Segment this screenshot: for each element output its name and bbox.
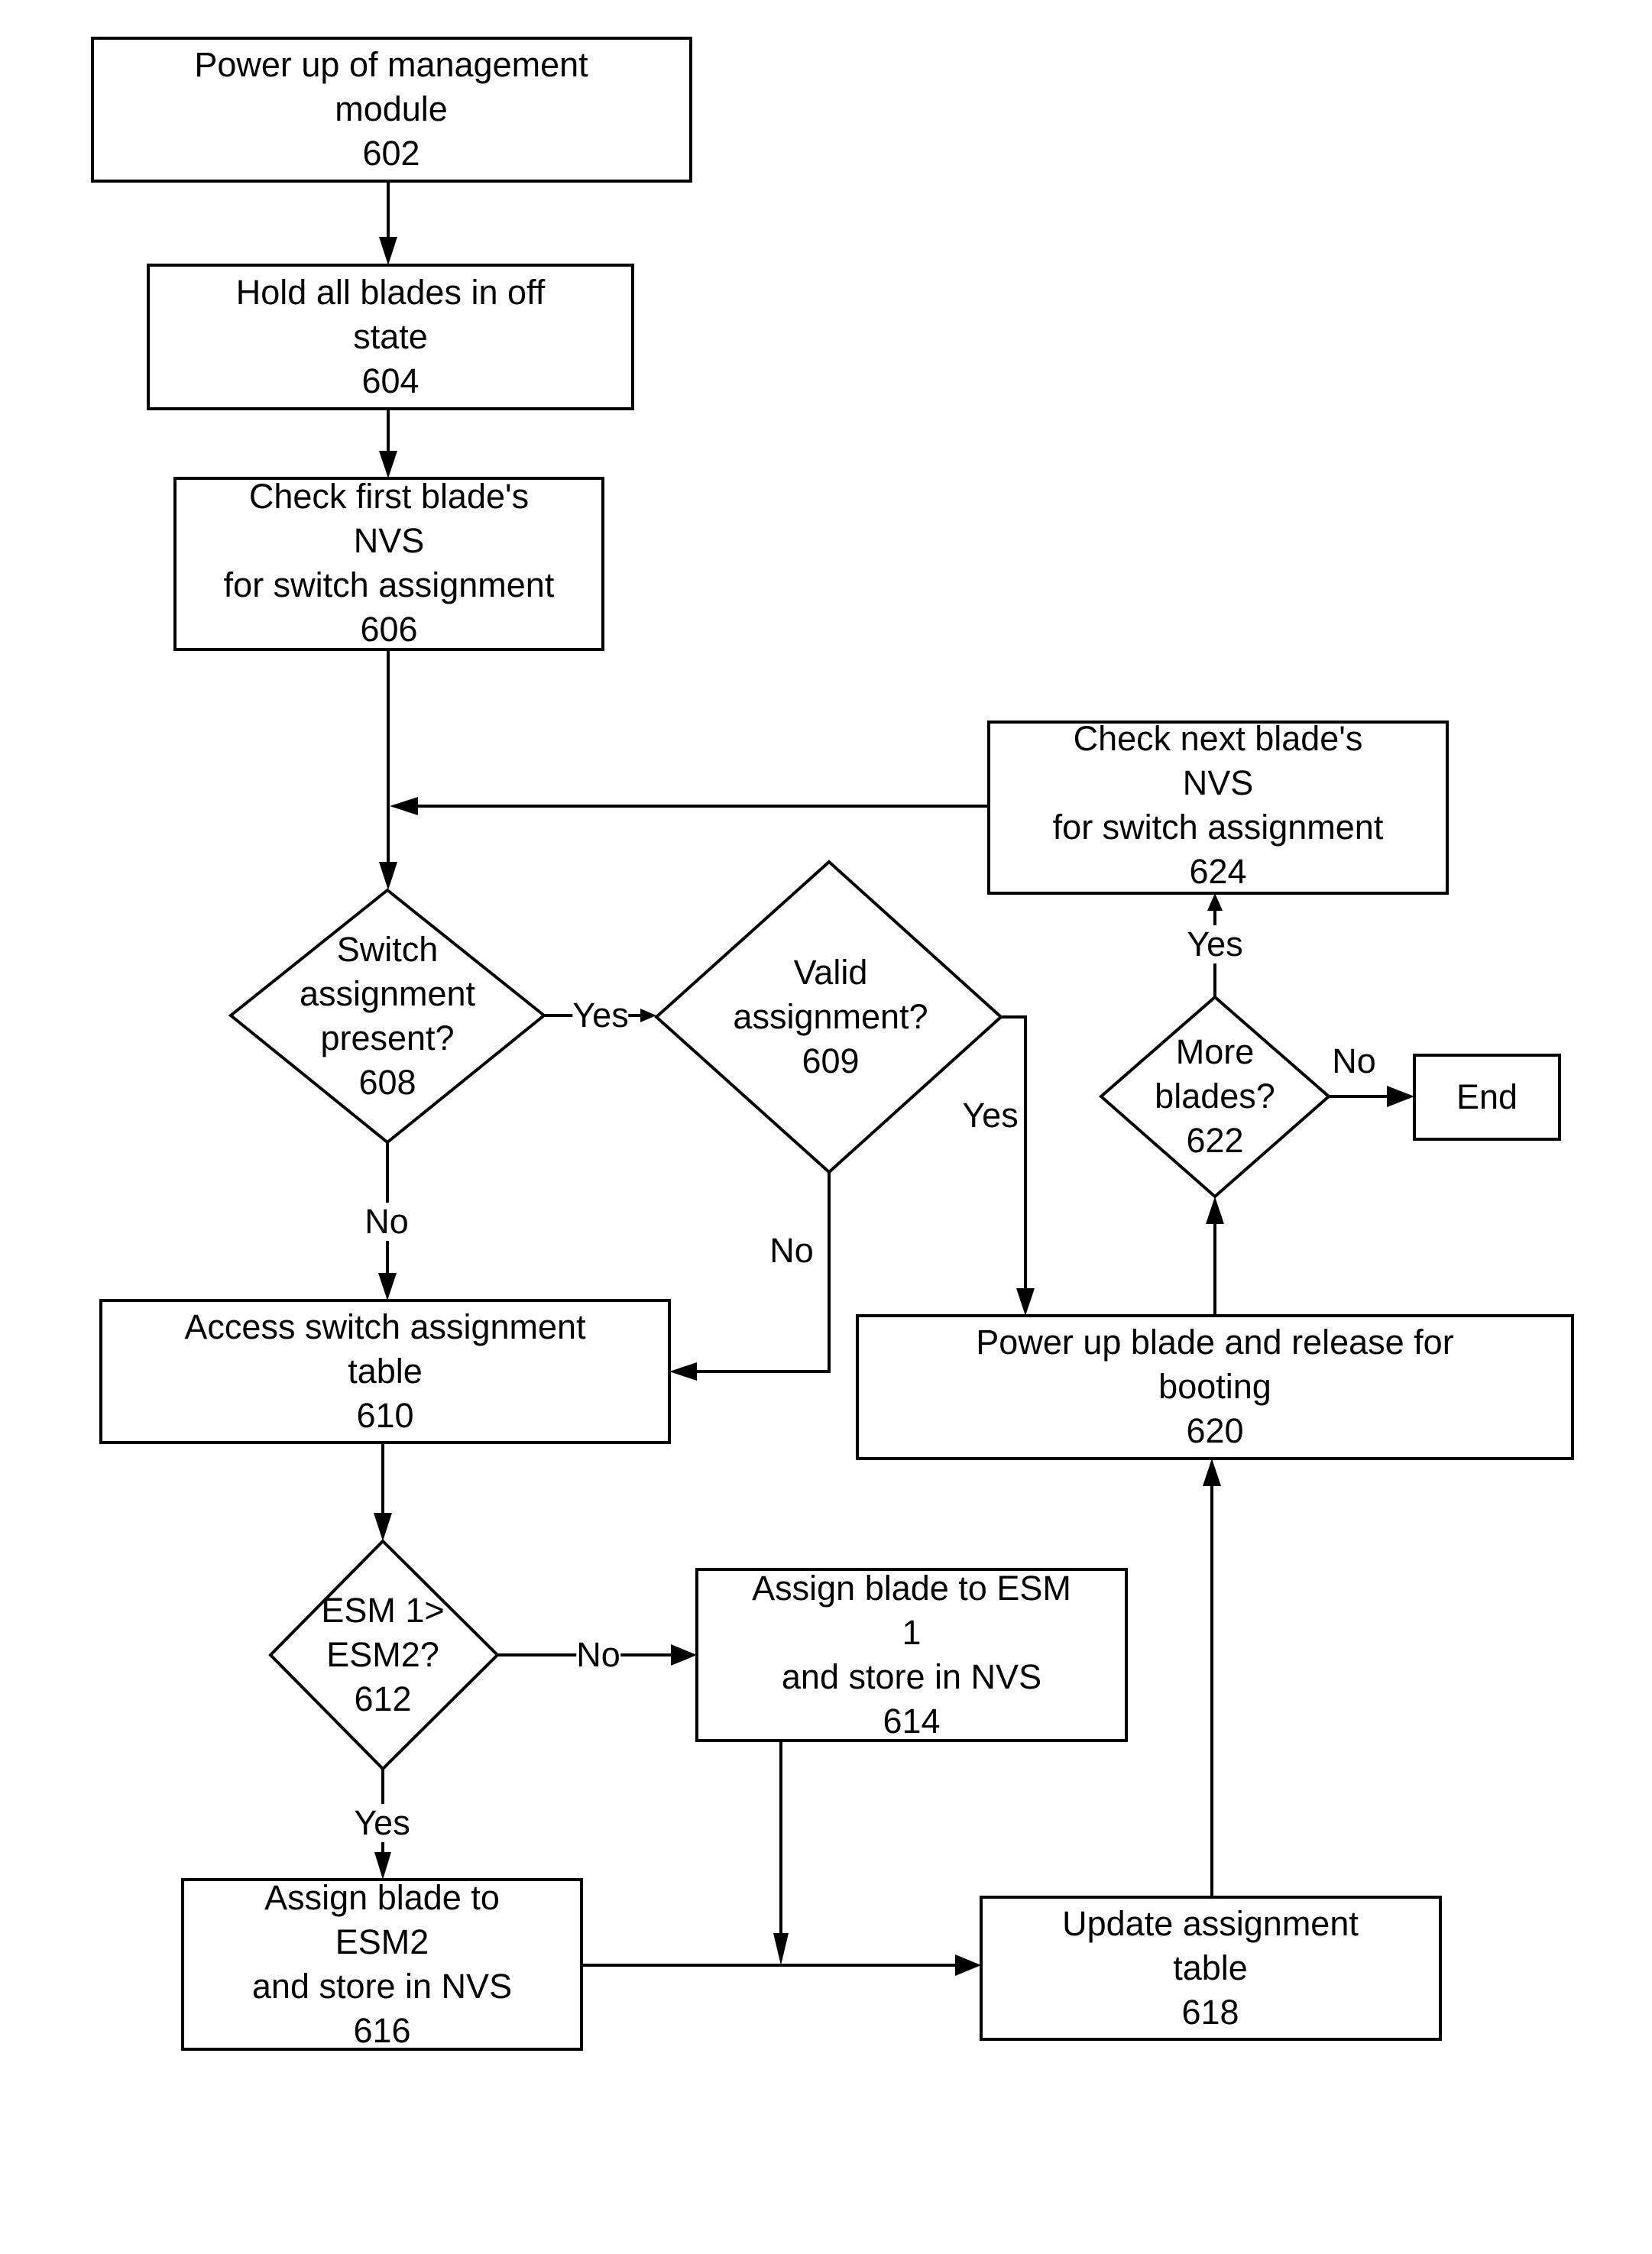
node-616-number: 616 xyxy=(353,2011,411,2050)
edge-624-608 xyxy=(390,797,989,815)
edge-622-end xyxy=(1329,1086,1414,1107)
node-624-line: for switch assignment xyxy=(1052,808,1384,847)
node-610-line: Access switch assignment xyxy=(184,1307,586,1346)
node-608-line: assignment xyxy=(299,974,476,1013)
node-604-label: Hold all blades in off state 604 xyxy=(236,270,545,403)
node-620-line: Power up blade and release for xyxy=(976,1323,1454,1362)
node-614-number: 614 xyxy=(883,1702,941,1741)
node-602-number: 602 xyxy=(362,134,420,173)
node-606-line: for switch assignment xyxy=(223,565,555,604)
node-606-line: Check first blade's xyxy=(248,477,530,516)
node-604-number: 604 xyxy=(361,361,419,400)
node-608-number: 608 xyxy=(358,1063,416,1102)
node-620-number: 620 xyxy=(1186,1411,1244,1450)
node-622-label: More blades? 622 xyxy=(1155,1030,1275,1163)
node-622-number: 622 xyxy=(1186,1121,1244,1160)
edge-label-yes-612-616: Yes xyxy=(354,1803,410,1842)
edge-label-no-608-610: No xyxy=(364,1202,409,1241)
node-604-line: Hold all blades in off xyxy=(235,273,546,312)
node-608-line: present? xyxy=(320,1019,455,1057)
node-616-line: and store in NVS xyxy=(251,1967,513,2006)
node-610-label: Access switch assignment table 610 xyxy=(184,1305,585,1438)
node-609-line: Valid xyxy=(793,953,868,992)
node-612-line: ESM2? xyxy=(326,1635,439,1674)
node-618-label: Update assignment table 618 xyxy=(1062,1902,1359,2035)
node-602-label: Power up of management module 602 xyxy=(194,43,588,176)
node-616-line: ESM2 xyxy=(335,1922,429,1961)
node-622-line: More xyxy=(1175,1032,1255,1071)
edge-609-620 xyxy=(1001,1015,1035,1316)
node-606-number: 606 xyxy=(360,610,418,649)
edge-label-no-622-end: No xyxy=(1332,1041,1376,1080)
node-606-label: Check first blade's NVS for switch assig… xyxy=(224,474,555,652)
node-610-line: table xyxy=(348,1352,423,1391)
node-612-line: ESM 1> xyxy=(321,1591,445,1630)
edge-609-610 xyxy=(669,1172,831,1381)
edge-label-no-609-610: No xyxy=(769,1231,814,1270)
node-622-line: blades? xyxy=(1155,1077,1275,1116)
edge-label-yes-609-620: Yes xyxy=(962,1096,1019,1135)
node-618-line: Update assignment xyxy=(1062,1904,1359,1943)
node-624-line: Check next blade's xyxy=(1073,719,1363,758)
node-614-line: and store in NVS xyxy=(781,1657,1042,1696)
node-608-line: Switch xyxy=(336,930,439,969)
node-606-line: NVS xyxy=(353,521,425,560)
edge-604-606 xyxy=(379,409,397,478)
node-618-number: 618 xyxy=(1181,1993,1239,2032)
node-612-label: ESM 1> ESM2? 612 xyxy=(321,1588,444,1721)
edge-606-608 xyxy=(379,649,397,890)
node-624-line: NVS xyxy=(1182,763,1254,802)
edge-620-622 xyxy=(1206,1197,1224,1316)
node-602-line: module xyxy=(335,89,448,128)
edge-602-604 xyxy=(379,181,397,265)
node-614-line: 1 xyxy=(902,1613,922,1652)
node-616-label: Assign blade to ESM2 and store in NVS 61… xyxy=(252,1876,512,2053)
node-end-label: End xyxy=(1456,1075,1518,1119)
edge-label-no-612-614: No xyxy=(576,1635,620,1674)
edge-614-618 xyxy=(773,1741,789,1965)
node-609-label: Valid assignment? 609 xyxy=(733,951,928,1083)
node-609-number: 609 xyxy=(802,1041,860,1080)
node-620-line: booting xyxy=(1158,1367,1271,1406)
node-610-number: 610 xyxy=(356,1396,414,1435)
node-616-line: Assign blade to xyxy=(264,1878,500,1917)
node-602-line: Power up of management xyxy=(194,45,588,84)
edge-610-612 xyxy=(374,1443,392,1541)
edge-label-yes-622-624: Yes xyxy=(1187,925,1243,963)
node-612-number: 612 xyxy=(354,1679,412,1718)
node-624-number: 624 xyxy=(1189,852,1247,891)
node-624-label: Check next blade's NVS for switch assign… xyxy=(1053,717,1384,894)
node-609-line: assignment? xyxy=(733,997,928,1036)
edge-label-yes-608-609: Yes xyxy=(572,996,629,1035)
node-620-label: Power up blade and release for booting 6… xyxy=(976,1320,1453,1453)
node-604-line: state xyxy=(353,317,428,356)
node-614-line: Assign blade to ESM xyxy=(752,1569,1071,1608)
node-614-label: Assign blade to ESM 1 and store in NVS 6… xyxy=(752,1566,1071,1744)
edge-618-620 xyxy=(1203,1459,1221,1897)
node-608-label: Switch assignment present? 608 xyxy=(300,928,475,1105)
node-end-text: End xyxy=(1456,1077,1518,1116)
node-618-line: table xyxy=(1173,1948,1248,1987)
